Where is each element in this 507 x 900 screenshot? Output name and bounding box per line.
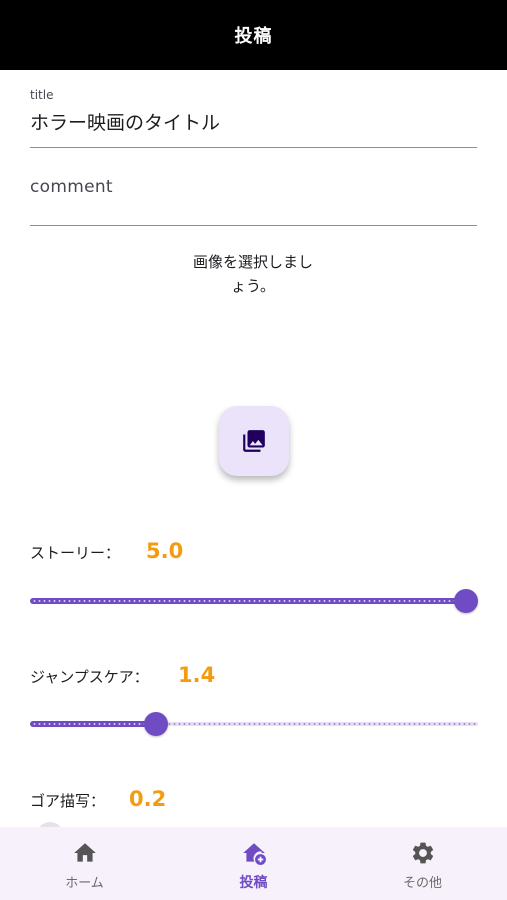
photo-library-icon (243, 430, 265, 452)
jumpscare-rating-value: 1.4 (178, 663, 216, 687)
slider-active-tick-marks (32, 600, 475, 602)
nav-item-post[interactable]: 投稿 (169, 827, 338, 900)
jumpscare-rating-label: ジャンプスケア： (30, 668, 149, 686)
image-select-prompt: 画像を選択しまし ょう。 (173, 250, 333, 298)
home-icon (73, 843, 96, 862)
slider-thumb[interactable] (144, 712, 168, 736)
title-field-value[interactable]: ホラー映画のタイトル (30, 108, 220, 135)
bottom-navigation: ホーム 投稿 その他 (0, 827, 507, 900)
image-select-prompt-line1: 画像を選択しまし (192, 253, 313, 271)
app-bar: 投稿 (0, 0, 507, 70)
add-home-icon (242, 843, 266, 865)
nav-item-home[interactable]: ホーム (0, 827, 169, 900)
comment-field-placeholder: comment (30, 177, 113, 197)
gear-icon (412, 842, 433, 864)
nav-label-post: 投稿 (239, 875, 268, 891)
title-field[interactable]: title ホラー映画のタイトル (30, 84, 477, 148)
title-field-label: title (30, 88, 54, 102)
gore-rating-value: 0.2 (129, 787, 167, 811)
story-rating-label: ストーリー： (30, 544, 121, 562)
story-rating-slider[interactable] (30, 589, 478, 613)
story-rating-value: 5.0 (146, 539, 184, 563)
jumpscare-rating-slider[interactable] (30, 712, 478, 736)
gore-rating-label: ゴア描写： (30, 792, 106, 810)
slider-active-tick-marks (32, 723, 154, 725)
page-title: 投稿 (234, 26, 273, 47)
nav-item-other[interactable]: その他 (338, 827, 507, 900)
nav-label-other: その他 (402, 876, 442, 891)
nav-label-home: ホーム (65, 876, 104, 891)
slider-thumb[interactable] (454, 589, 478, 613)
comment-field[interactable]: comment (30, 160, 477, 226)
image-select-prompt-line2: ょう。 (230, 277, 276, 295)
pick-image-button[interactable] (219, 406, 289, 476)
